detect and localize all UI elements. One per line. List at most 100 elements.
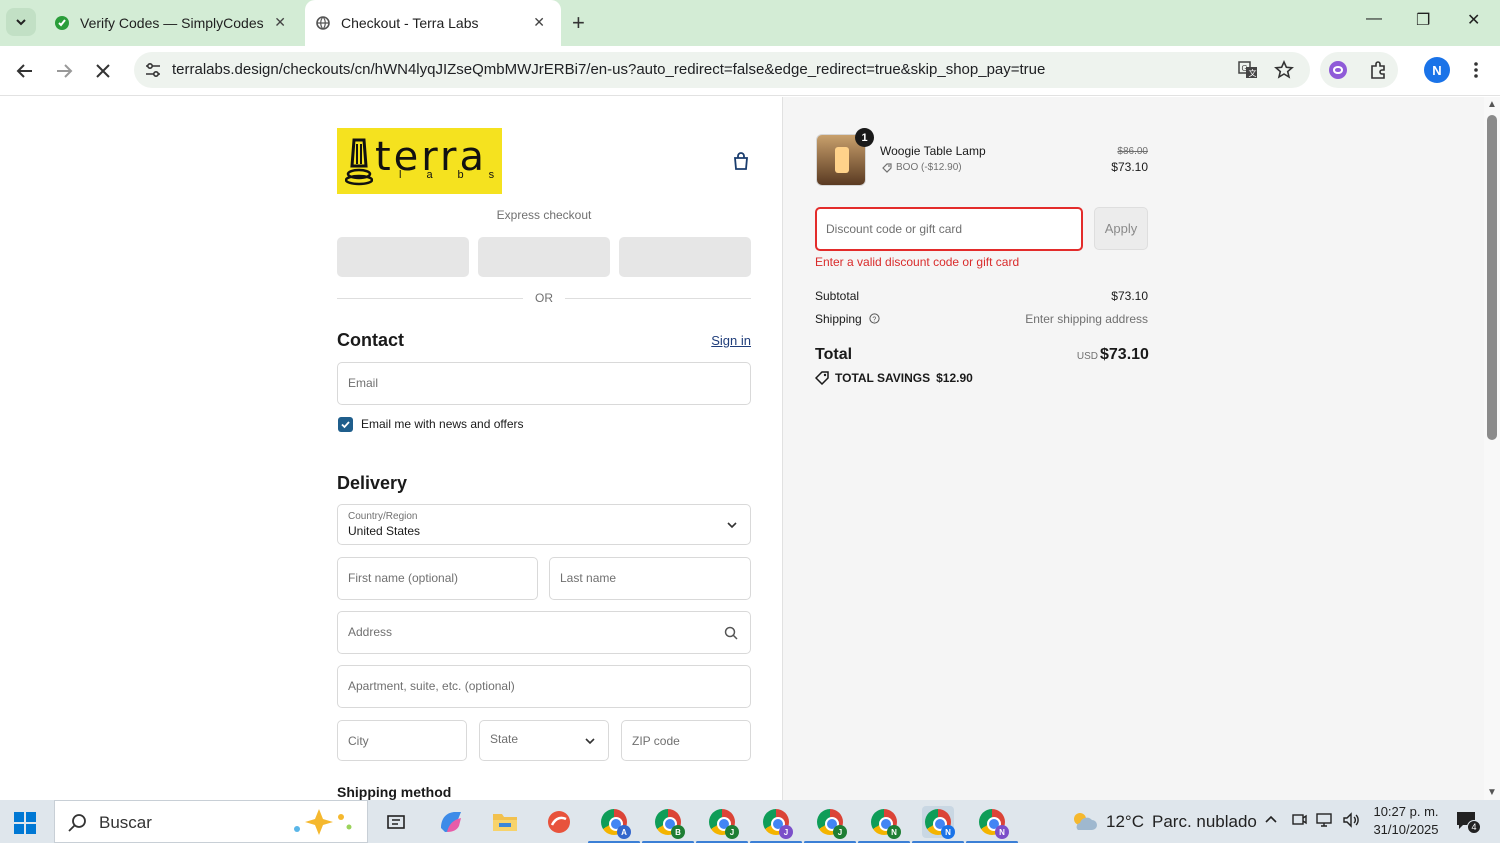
tab-search-button[interactable] <box>6 8 36 36</box>
product-discount: BOO (-$12.90) <box>882 162 962 173</box>
chevron-down-icon <box>727 522 737 529</box>
translate-icon[interactable]: G文 <box>1236 58 1260 82</box>
savings-value: $12.90 <box>936 371 973 385</box>
system-clock[interactable]: 10:27 p. m. 31/10/2025 <box>1366 803 1446 839</box>
back-button[interactable] <box>12 58 38 84</box>
notification-count-badge: 4 <box>1467 820 1481 834</box>
browser-toolbar: terralabs.design/checkouts/cn/hWN4lyqJIZ… <box>0 46 1500 96</box>
city-field[interactable]: City <box>337 720 467 761</box>
email-field[interactable]: Email <box>337 362 751 405</box>
arrow-left-icon <box>16 64 32 78</box>
chrome-profile-b-icon[interactable]: B <box>642 806 694 843</box>
close-window-button[interactable]: ✕ <box>1467 10 1480 30</box>
taskbar-search-box[interactable]: Buscar <box>54 800 368 843</box>
express-pay-button-3[interactable] <box>619 237 751 277</box>
task-view-icon[interactable] <box>380 806 412 838</box>
state-select[interactable]: State <box>479 720 609 761</box>
chrome-profile-n1-icon[interactable]: N <box>858 806 910 843</box>
shopping-bag-icon[interactable] <box>731 151 751 171</box>
weather-widget[interactable]: 12°C Parc. nublado <box>1070 810 1257 834</box>
sign-in-link[interactable]: Sign in <box>700 333 751 348</box>
close-tab-icon[interactable]: ✕ <box>274 14 286 31</box>
discount-code-input[interactable]: Discount code or gift card <box>815 207 1083 251</box>
subtotal-label: Subtotal <box>815 289 860 303</box>
tab-title: Checkout - Terra Labs <box>341 15 479 31</box>
address-placeholder: Address <box>348 625 393 639</box>
browser-menu-icon[interactable] <box>1464 58 1488 82</box>
tag-icon <box>882 162 892 173</box>
chrome-profile-j2-icon[interactable]: J <box>750 806 802 843</box>
address-field[interactable]: Address <box>337 611 751 654</box>
checkout-form-panel: terra labs Express checkout OR Contact S… <box>0 97 783 800</box>
newsletter-checkbox[interactable] <box>338 417 353 432</box>
first-name-field[interactable]: First name (optional) <box>337 557 538 600</box>
checkmark-icon <box>341 421 350 429</box>
shipping-method-heading: Shipping method <box>337 784 452 800</box>
windows-taskbar: Buscar A B J J J N N N 12°C Parc. nublad… <box>0 800 1500 843</box>
address-bar[interactable]: terralabs.design/checkouts/cn/hWN4lyqJIZ… <box>134 52 1310 88</box>
copilot-extension-icon[interactable] <box>1326 58 1350 82</box>
express-pay-button-1[interactable] <box>337 237 469 277</box>
chevron-down-icon <box>16 19 26 26</box>
country-select[interactable]: Country/Region United States <box>337 504 751 545</box>
clock-time: 10:27 p. m. <box>1373 804 1439 819</box>
express-pay-button-2[interactable] <box>478 237 610 277</box>
item-price: $73.10 <box>1111 160 1148 174</box>
total-label: Total <box>815 346 853 363</box>
shipping-value: Enter shipping address <box>1025 312 1148 326</box>
bookmark-star-icon[interactable] <box>1272 58 1296 82</box>
chrome-profile-a-icon[interactable]: A <box>588 806 640 843</box>
tab-simplycodes[interactable]: Verify Codes — SimplyCodes ✕ <box>44 0 302 46</box>
newsletter-label[interactable]: Email me with news and offers <box>361 417 524 431</box>
chrome-profile-j1-icon[interactable]: J <box>696 806 748 843</box>
email-placeholder: Email <box>348 376 379 390</box>
last-name-placeholder: Last name <box>560 571 617 585</box>
scrollbar-thumb[interactable] <box>1487 115 1497 440</box>
chevron-down-icon <box>585 738 595 745</box>
subtotal-row: Subtotal $73.10 <box>815 289 1148 303</box>
first-name-placeholder: First name (optional) <box>348 571 459 585</box>
scroll-up-arrow-icon[interactable]: ▲ <box>1487 99 1497 110</box>
show-hidden-icons-chevron-up-icon[interactable] <box>1264 812 1278 830</box>
clock-date: 31/10/2025 <box>1373 822 1439 837</box>
new-tab-button[interactable]: + <box>572 10 585 36</box>
apply-discount-button[interactable]: Apply <box>1094 207 1148 250</box>
browser-tabbar: Verify Codes — SimplyCodes ✕ Checkout - … <box>0 0 1500 46</box>
terra-labs-logo[interactable]: terra labs <box>337 128 502 194</box>
chrome-profile-n2-icon[interactable]: N <box>912 806 964 843</box>
checkout-page: terra labs Express checkout OR Contact S… <box>0 97 1484 800</box>
pdf-app-icon[interactable] <box>543 806 575 838</box>
help-circle-icon[interactable]: ? <box>869 313 880 324</box>
site-settings-icon[interactable] <box>144 61 162 79</box>
quantity-badge: 1 <box>855 128 874 147</box>
minimize-button[interactable]: — <box>1366 10 1382 28</box>
order-summary-panel <box>783 97 1484 800</box>
logo-subtext: labs <box>399 169 520 181</box>
apartment-placeholder: Apartment, suite, etc. (optional) <box>348 679 515 693</box>
zip-field[interactable]: ZIP code <box>621 720 751 761</box>
volume-icon[interactable] <box>1342 812 1360 832</box>
page-scrollbar[interactable]: ▲ ▼ <box>1484 97 1500 800</box>
scroll-down-arrow-icon[interactable]: ▼ <box>1487 787 1497 798</box>
last-name-field[interactable]: Last name <box>549 557 751 600</box>
profile-avatar[interactable]: N <box>1424 57 1450 83</box>
chrome-profile-j3-icon[interactable]: J <box>804 806 856 843</box>
restore-button[interactable]: ❐ <box>1416 10 1430 30</box>
simplycodes-favicon-icon <box>54 15 70 31</box>
copilot-app-icon[interactable] <box>435 806 467 838</box>
close-tab-icon[interactable]: ✕ <box>533 14 545 31</box>
notification-center-icon[interactable]: 4 <box>1455 810 1481 834</box>
file-explorer-icon[interactable] <box>489 806 521 838</box>
chrome-profile-n3-icon[interactable]: N <box>966 806 1018 843</box>
total-currency: USD <box>1076 351 1098 362</box>
or-divider-label: OR <box>535 291 553 305</box>
network-icon[interactable] <box>1316 812 1334 832</box>
forward-button[interactable] <box>51 58 77 84</box>
stop-loading-button[interactable] <box>90 58 116 84</box>
meet-now-icon[interactable] <box>1291 812 1307 832</box>
windows-start-icon[interactable] <box>14 812 36 834</box>
puzzle-extensions-icon[interactable] <box>1366 58 1390 82</box>
apartment-field[interactable]: Apartment, suite, etc. (optional) <box>337 665 751 708</box>
tab-checkout[interactable]: Checkout - Terra Labs ✕ <box>305 0 561 46</box>
state-placeholder: State <box>490 732 519 746</box>
